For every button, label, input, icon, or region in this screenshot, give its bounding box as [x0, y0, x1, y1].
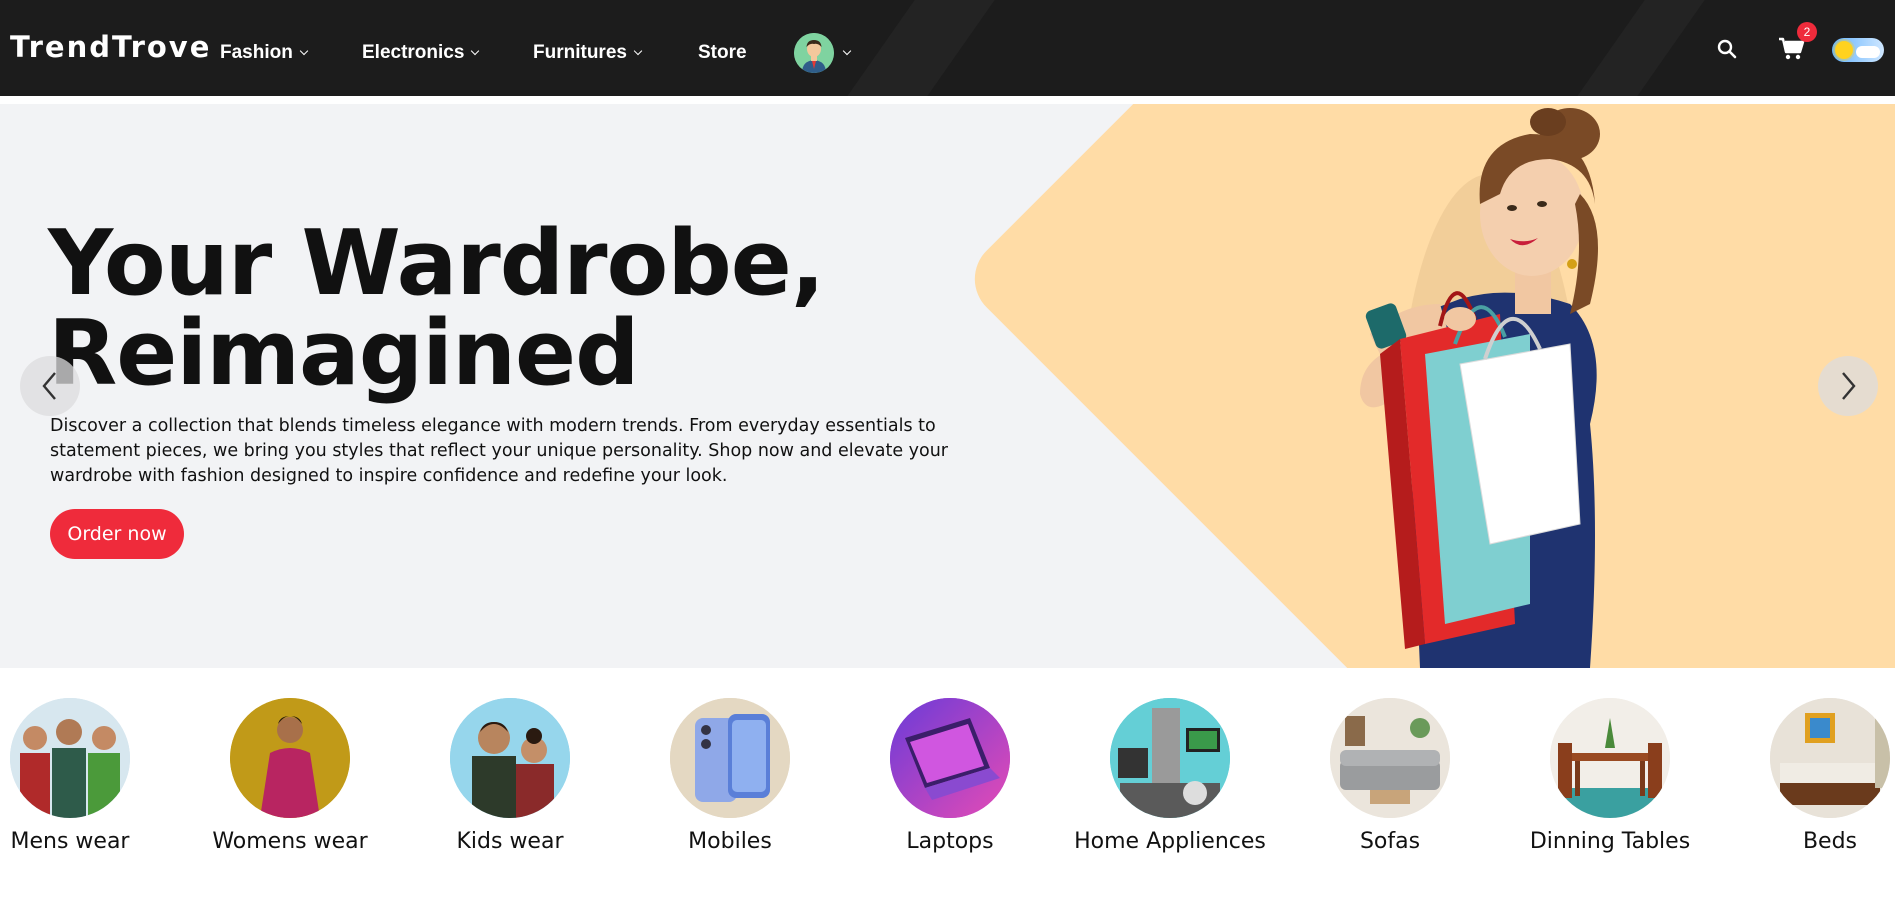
category-womens-wear[interactable]: Womens wear	[180, 698, 400, 860]
nav-electronics-label: Electronics	[362, 42, 465, 63]
kids-wear-image	[450, 698, 570, 818]
category-kids-wear[interactable]: Kids wear	[400, 698, 620, 860]
chevron-down-icon	[299, 46, 309, 56]
cloud-icon	[1856, 46, 1880, 58]
nav-store-label: Store	[698, 42, 747, 63]
chevron-left-icon	[42, 372, 56, 400]
nav-fashion-label: Fashion	[220, 42, 293, 63]
navbar-divider	[0, 96, 1895, 99]
chevron-down-icon	[842, 46, 852, 56]
hero-model-image	[1170, 104, 1630, 668]
top-navbar: TrendTrove Fashion Electronics Furniture…	[0, 0, 1895, 99]
navbar-decor-stripe	[1575, 0, 1705, 99]
womens-wear-image	[230, 698, 350, 818]
category-label: Mobiles	[688, 829, 772, 854]
category-label: Kids wear	[456, 829, 564, 854]
category-label: Home Appliences	[1074, 829, 1266, 854]
category-mens-wear[interactable]: Mens wear	[0, 698, 180, 860]
category-label: Mens wear	[10, 829, 130, 854]
carousel-next-button[interactable]	[1818, 356, 1878, 416]
category-sofas[interactable]: Sofas	[1280, 698, 1500, 860]
dinning-tables-image	[1550, 698, 1670, 818]
category-label: Laptops	[906, 829, 994, 854]
user-avatar-icon	[794, 33, 834, 73]
user-menu[interactable]	[794, 33, 852, 73]
nav-furnitures[interactable]: Furnitures	[533, 42, 643, 64]
laptops-image	[890, 698, 1010, 818]
order-now-button[interactable]: Order now	[50, 509, 184, 559]
sun-icon	[1835, 41, 1853, 59]
nav-store[interactable]: Store	[698, 42, 747, 64]
category-home-appliences[interactable]: Home Appliences	[1060, 698, 1280, 860]
hero-title: Your Wardrobe, Reimagined	[48, 219, 948, 399]
category-mobiles[interactable]: Mobiles	[620, 698, 840, 860]
category-dinning-tables[interactable]: Dinning Tables	[1500, 698, 1720, 860]
chevron-right-icon	[1842, 372, 1856, 400]
theme-toggle[interactable]	[1832, 38, 1884, 62]
brand-logo[interactable]: TrendTrove	[10, 30, 211, 64]
nav-fashion[interactable]: Fashion	[220, 42, 309, 64]
category-label: Beds	[1802, 829, 1858, 854]
navbar-decor-stripe	[845, 0, 995, 99]
category-label: Womens wear	[212, 829, 368, 854]
mobiles-image	[670, 698, 790, 818]
nav-electronics[interactable]: Electronics	[362, 42, 480, 64]
hero-title-line2: Reimagined	[48, 301, 640, 406]
beds-image	[1770, 698, 1890, 818]
nav-furnitures-label: Furnitures	[533, 42, 627, 63]
category-laptops[interactable]: Laptops	[840, 698, 1060, 860]
chevron-down-icon	[471, 46, 480, 56]
sofas-image	[1330, 698, 1450, 818]
carousel-prev-button[interactable]	[20, 356, 80, 416]
category-label: Dinning Tables	[1529, 829, 1691, 854]
hero-description: Discover a collection that blends timele…	[50, 416, 948, 486]
mens-wear-image	[10, 698, 130, 818]
home-appliences-image	[1110, 698, 1230, 818]
category-strip: Mens wear Womens wear Kids wear Mobiles …	[0, 668, 1895, 906]
cart-count-badge: 2	[1797, 22, 1817, 42]
category-label: Sofas	[1359, 829, 1421, 854]
search-icon[interactable]	[1716, 38, 1738, 60]
hero-banner: Your Wardrobe, Reimagined Discover a col…	[0, 104, 1895, 668]
category-beds[interactable]: Beds	[1720, 698, 1895, 860]
chevron-down-icon	[633, 46, 643, 56]
